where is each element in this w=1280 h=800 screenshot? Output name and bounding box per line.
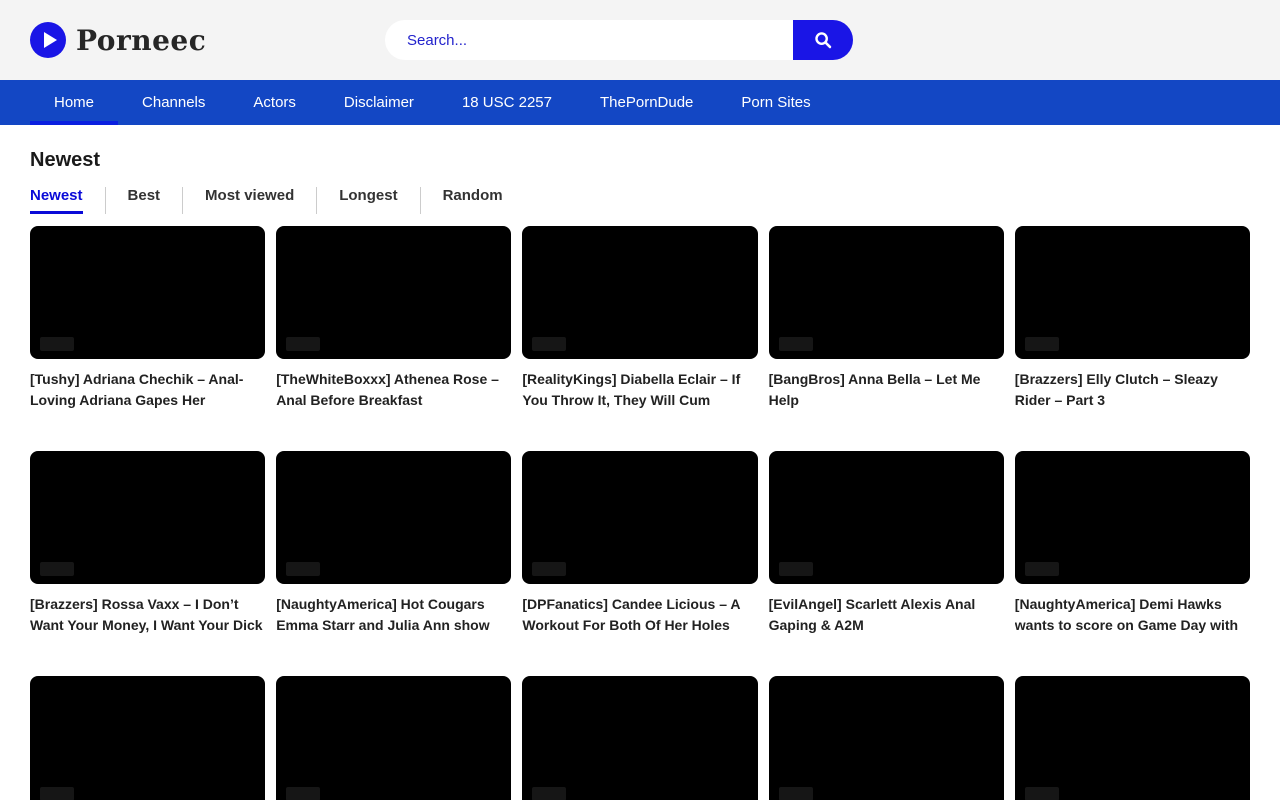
video-thumbnail[interactable] bbox=[769, 676, 1004, 800]
video-thumbnail[interactable] bbox=[769, 451, 1004, 584]
video-thumbnail[interactable] bbox=[30, 226, 265, 359]
video-thumbnail[interactable] bbox=[522, 676, 757, 800]
search-button[interactable] bbox=[793, 20, 853, 60]
page-title: Newest bbox=[30, 149, 1250, 172]
nav-item-18-usc-2257[interactable]: 18 USC 2257 bbox=[438, 80, 576, 125]
video-thumbnail[interactable] bbox=[1015, 676, 1250, 800]
tab-most-viewed[interactable]: Most viewed bbox=[182, 187, 316, 214]
duration-badge bbox=[286, 562, 320, 576]
tab-newest[interactable]: Newest bbox=[30, 187, 105, 214]
duration-badge bbox=[532, 562, 566, 576]
video-card[interactable] bbox=[769, 676, 1004, 800]
tab-best[interactable]: Best bbox=[105, 187, 183, 214]
main-content: Newest Newest Best Most viewed Longest R… bbox=[0, 149, 1280, 800]
video-card[interactable]: [EvilAngel] Scarlett Alexis Anal Gaping … bbox=[769, 451, 1004, 636]
video-thumbnail[interactable] bbox=[30, 676, 265, 800]
duration-badge bbox=[40, 787, 74, 800]
video-thumbnail[interactable] bbox=[30, 451, 265, 584]
video-title[interactable]: [NaughtyAmerica] Demi Hawks wants to sco… bbox=[1015, 594, 1250, 636]
nav-item-home[interactable]: Home bbox=[30, 80, 118, 125]
video-thumbnail[interactable] bbox=[522, 226, 757, 359]
video-card[interactable]: [Tushy] Adriana Chechik – Anal-Loving Ad… bbox=[30, 226, 265, 411]
video-thumbnail[interactable] bbox=[769, 226, 1004, 359]
video-thumbnail[interactable] bbox=[1015, 451, 1250, 584]
video-title[interactable]: [NaughtyAmerica] Hot Cougars Emma Starr … bbox=[276, 594, 511, 636]
nav-item-channels[interactable]: Channels bbox=[118, 80, 229, 125]
video-card[interactable]: [NaughtyAmerica] Hot Cougars Emma Starr … bbox=[276, 451, 511, 636]
duration-badge bbox=[1025, 787, 1059, 800]
nav-item-porn-sites[interactable]: Porn Sites bbox=[717, 80, 834, 125]
video-title[interactable]: [Tushy] Adriana Chechik – Anal-Loving Ad… bbox=[30, 369, 265, 411]
video-card[interactable]: [Brazzers] Rossa Vaxx – I Don’t Want You… bbox=[30, 451, 265, 636]
play-icon bbox=[30, 22, 66, 58]
duration-badge bbox=[286, 787, 320, 800]
duration-badge bbox=[779, 562, 813, 576]
site-logo[interactable]: Porneec bbox=[30, 22, 206, 58]
video-card[interactable]: [RealityKings] Diabella Eclair – If You … bbox=[522, 226, 757, 411]
video-title[interactable]: [EvilAngel] Scarlett Alexis Anal Gaping … bbox=[769, 594, 1004, 636]
duration-badge bbox=[532, 787, 566, 800]
video-card[interactable]: [TheWhiteBoxxx] Athenea Rose – Anal Befo… bbox=[276, 226, 511, 411]
video-title[interactable]: [Brazzers] Rossa Vaxx – I Don’t Want You… bbox=[30, 594, 265, 636]
tab-random[interactable]: Random bbox=[420, 187, 525, 214]
video-card[interactable]: [NaughtyAmerica] Demi Hawks wants to sco… bbox=[1015, 451, 1250, 636]
duration-badge bbox=[286, 337, 320, 351]
duration-badge bbox=[779, 337, 813, 351]
video-card[interactable] bbox=[276, 676, 511, 800]
video-title[interactable]: [Brazzers] Elly Clutch – Sleazy Rider – … bbox=[1015, 369, 1250, 411]
video-grid: [Tushy] Adriana Chechik – Anal-Loving Ad… bbox=[30, 226, 1250, 800]
video-thumbnail[interactable] bbox=[1015, 226, 1250, 359]
video-card[interactable]: [DPFanatics] Candee Licious – A Workout … bbox=[522, 451, 757, 636]
sort-tabs: Newest Best Most viewed Longest Random bbox=[30, 187, 1250, 214]
video-title[interactable]: [RealityKings] Diabella Eclair – If You … bbox=[522, 369, 757, 411]
video-thumbnail[interactable] bbox=[522, 451, 757, 584]
site-header: Porneec bbox=[0, 0, 1280, 80]
video-card[interactable]: [BangBros] Anna Bella – Let Me Help bbox=[769, 226, 1004, 411]
video-card[interactable] bbox=[522, 676, 757, 800]
nav-item-theporndude[interactable]: ThePornDude bbox=[576, 80, 717, 125]
video-thumbnail[interactable] bbox=[276, 226, 511, 359]
video-card[interactable]: [Brazzers] Elly Clutch – Sleazy Rider – … bbox=[1015, 226, 1250, 411]
duration-badge bbox=[779, 787, 813, 800]
video-thumbnail[interactable] bbox=[276, 676, 511, 800]
duration-badge bbox=[1025, 337, 1059, 351]
search-bar bbox=[385, 20, 853, 60]
search-input[interactable] bbox=[385, 20, 793, 60]
tab-longest[interactable]: Longest bbox=[316, 187, 419, 214]
main-nav: Home Channels Actors Disclaimer 18 USC 2… bbox=[0, 80, 1280, 125]
video-title[interactable]: [BangBros] Anna Bella – Let Me Help bbox=[769, 369, 1004, 411]
nav-item-disclaimer[interactable]: Disclaimer bbox=[320, 80, 438, 125]
magnifier-icon bbox=[812, 29, 834, 51]
video-card[interactable] bbox=[30, 676, 265, 800]
nav-item-actors[interactable]: Actors bbox=[229, 80, 320, 125]
duration-badge bbox=[40, 337, 74, 351]
site-name: Porneec bbox=[76, 24, 206, 57]
duration-badge bbox=[1025, 562, 1059, 576]
duration-badge bbox=[532, 337, 566, 351]
video-title[interactable]: [TheWhiteBoxxx] Athenea Rose – Anal Befo… bbox=[276, 369, 511, 411]
video-thumbnail[interactable] bbox=[276, 451, 511, 584]
video-title[interactable]: [DPFanatics] Candee Licious – A Workout … bbox=[522, 594, 757, 636]
duration-badge bbox=[40, 562, 74, 576]
video-card[interactable] bbox=[1015, 676, 1250, 800]
